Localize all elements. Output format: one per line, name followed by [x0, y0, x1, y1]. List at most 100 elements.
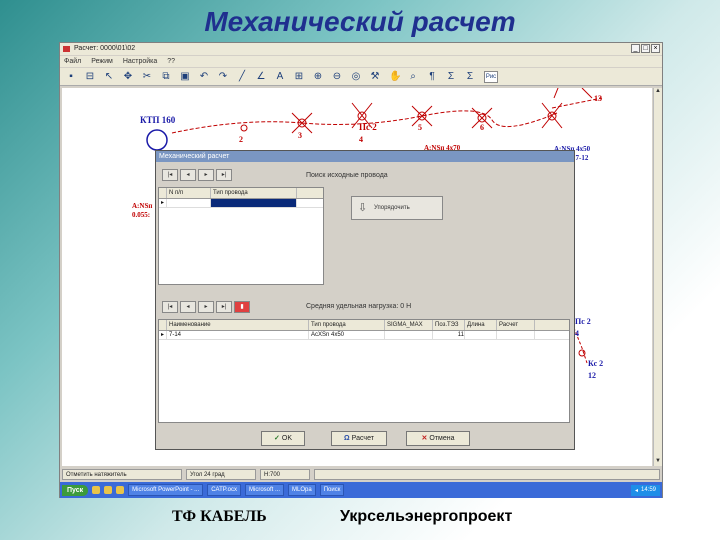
hand-icon[interactable]: ✋	[389, 71, 401, 82]
nav-last-button[interactable]: ▸|	[216, 169, 232, 181]
label-pole2: Пс 2	[359, 122, 377, 132]
redo-icon[interactable]: ↷	[218, 71, 228, 82]
close-button[interactable]: ×	[651, 44, 660, 53]
row-indicator-icon: ▸	[159, 331, 167, 339]
scroll-up-icon[interactable]: ▲	[654, 88, 662, 96]
cancel-button[interactable]: ✕ Отмена	[406, 431, 470, 446]
nav2-next-button[interactable]: ▸	[198, 301, 214, 313]
scroll-down-icon[interactable]: ▼	[654, 458, 662, 466]
table-row[interactable]: ▸	[159, 199, 323, 208]
footer-right: Укрсельэнергопроект	[340, 508, 513, 525]
taskbar: Пуск Microsoft PowerPoint - ... CATP.ocx…	[60, 482, 662, 498]
spans-grid[interactable]: Наименование Тип провода SIGMA_MAX Поз.Т…	[158, 319, 570, 423]
delete-record-button[interactable]: ▮	[234, 301, 250, 313]
nav-next-button[interactable]: ▸	[198, 169, 214, 181]
copy-icon[interactable]: ⧉	[161, 71, 171, 82]
cell-length[interactable]	[465, 331, 497, 339]
task-search[interactable]: Поиск	[319, 484, 345, 496]
paragraph-icon[interactable]: ¶	[427, 71, 437, 82]
cell-number[interactable]	[167, 199, 211, 207]
label-right-4: 4	[575, 329, 579, 338]
pole-brace-5	[411, 105, 433, 127]
calc-button[interactable]: Ω Расчет	[331, 431, 387, 446]
task-catp[interactable]: CATP.ocx	[207, 484, 241, 496]
status-hint: Отметить натяжитель	[62, 469, 182, 480]
cell-calc[interactable]	[497, 331, 535, 339]
tray-volume-icon[interactable]: ◂	[635, 487, 638, 494]
undo-icon[interactable]: ↶	[199, 71, 209, 82]
label-n2: 2	[239, 135, 243, 144]
label-right-pole: Пс 2	[575, 317, 591, 326]
menu-settings[interactable]: Настройка	[123, 56, 157, 67]
top-label: Поиск исходные провода	[306, 172, 388, 179]
label-pole6: 6	[480, 123, 484, 132]
ok-label: OK	[281, 435, 292, 442]
zoom-fit-icon[interactable]: ◎	[351, 71, 361, 82]
bottom-navigator: |◂ ◂ ▸ ▸| ▮	[162, 301, 250, 313]
window-controls: _ □ ×	[631, 44, 660, 53]
sum-icon[interactable]: Ʃ	[465, 71, 475, 82]
dialog-title[interactable]: Механический расчет	[156, 151, 574, 162]
window-titlebar[interactable]: Расчет: 0000\01\02 _ □ ×	[60, 43, 662, 55]
select-icon[interactable]: ↖	[104, 71, 114, 82]
print-icon[interactable]: ⊟	[85, 71, 95, 82]
wire-types-grid[interactable]: N п/п Тип провода ▸	[158, 187, 324, 285]
window-title: Расчет: 0000\01\02	[74, 45, 136, 52]
status-angle: Угол 24 град	[186, 469, 256, 480]
start-button[interactable]: Пуск	[62, 484, 89, 496]
nav-prev-button[interactable]: ◂	[180, 169, 196, 181]
menu-file[interactable]: Файл	[64, 56, 81, 67]
explorer-icon[interactable]	[116, 486, 125, 494]
grid-icon[interactable]: ⊞	[294, 71, 304, 82]
label-pole13: 13	[594, 94, 602, 103]
nav2-prev-button[interactable]: ◂	[180, 301, 196, 313]
find-icon[interactable]: ⌕	[408, 71, 418, 82]
menu-mode[interactable]: Режим	[91, 56, 113, 67]
nav2-last-button[interactable]: ▸|	[216, 301, 232, 313]
tools-icon[interactable]: ⚒	[370, 71, 380, 82]
bottom-label: Средняя удельная нагрузка: 0 Н	[306, 303, 412, 310]
browser-icon[interactable]	[104, 486, 113, 494]
nav2-first-button[interactable]: |◂	[162, 301, 178, 313]
zoom-in-icon[interactable]: ⊕	[313, 71, 323, 82]
cell-wire-type[interactable]: АсXSn 4x50	[309, 331, 385, 339]
row-indicator-icon: ▸	[159, 199, 167, 207]
column-wire-type: Тип провода	[211, 188, 297, 198]
vertical-scrollbar[interactable]: ▲ ▼	[653, 88, 662, 466]
desktop-icon[interactable]	[92, 486, 101, 494]
save-icon[interactable]: ▪	[66, 71, 76, 82]
maximize-button[interactable]: □	[641, 44, 650, 53]
text-icon[interactable]: A	[275, 71, 285, 82]
ok-button[interactable]: ✓ OK	[261, 431, 305, 446]
cell-name[interactable]: 7-14	[167, 331, 309, 339]
cell-wire-type[interactable]	[211, 199, 297, 207]
ktp-substation-symbol	[146, 129, 168, 151]
task-powerpoint[interactable]: Microsoft PowerPoint - ...	[128, 484, 204, 496]
task-microsoft[interactable]: Microsoft ...	[244, 484, 284, 496]
label-right-pole2: Кс 2	[588, 359, 603, 368]
paste-icon[interactable]: ▣	[180, 71, 190, 82]
system-tray: ◂ 14:59	[630, 484, 660, 496]
app-icon	[63, 46, 70, 52]
cut-icon[interactable]: ✂	[142, 71, 152, 82]
label-pole5: 5	[418, 123, 422, 132]
nav-first-button[interactable]: |◂	[162, 169, 178, 181]
line-icon[interactable]: ╱	[237, 71, 247, 82]
move-icon[interactable]: ✥	[123, 71, 133, 82]
menu-help[interactable]: ??	[167, 56, 175, 67]
angle-icon[interactable]: ∠	[256, 71, 266, 82]
table-row[interactable]: ▸ 7-14 АсXSn 4x50 11	[159, 331, 569, 340]
column-calc: Расчет	[497, 320, 535, 330]
minimize-button[interactable]: _	[631, 44, 640, 53]
task-mlopa[interactable]: MLOpa	[288, 484, 316, 496]
label-right-12: 12	[588, 371, 596, 380]
cell-pos-tez[interactable]: 11	[433, 331, 465, 339]
grid-header: N п/п Тип провода	[159, 188, 323, 199]
order-button[interactable]: ⇩ Упорядочить	[351, 196, 443, 220]
cell-sigma-max[interactable]	[385, 331, 433, 339]
grid-header: Наименование Тип провода SIGMA_MAX Поз.Т…	[159, 320, 569, 331]
sigma-icon[interactable]: Σ	[446, 71, 456, 82]
zoom-combo[interactable]: Рис	[484, 70, 498, 83]
slide-title: Механический расчет	[204, 6, 516, 37]
zoom-out-icon[interactable]: ⊖	[332, 71, 342, 82]
